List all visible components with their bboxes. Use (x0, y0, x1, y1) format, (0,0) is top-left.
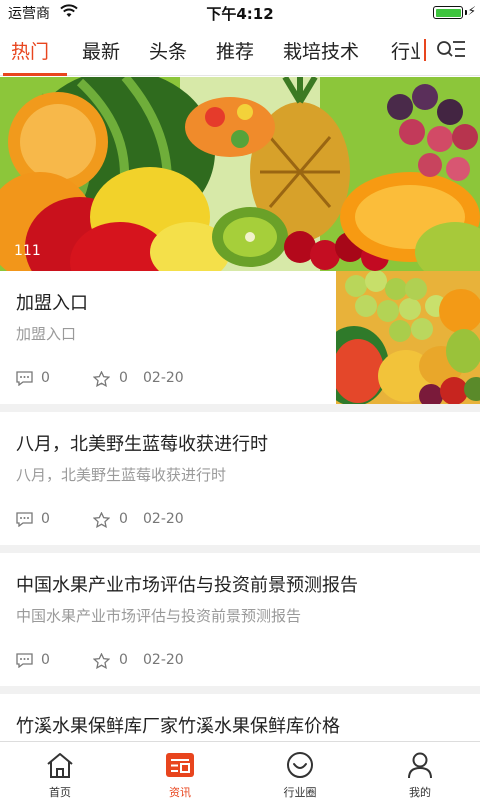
status-time: 下午4:12 (206, 5, 274, 23)
article-meta: 0 0 02-20 (16, 511, 216, 529)
nav-label: 行业圈 (283, 786, 317, 799)
bottom-navigation: 首页 资讯 行业圈 我的 (0, 741, 480, 800)
nav-profile[interactable]: 我的 (360, 742, 480, 800)
article-date: 02-20 (143, 511, 184, 527)
star-icon[interactable] (93, 512, 110, 528)
article-title: 八月，北美野生蓝莓收获进行时 (16, 434, 268, 455)
article-item[interactable]: 八月，北美野生蓝莓收获进行时 八月，北美野生蓝莓收获进行时 0 0 02-20 (0, 412, 480, 553)
favorite-count: 0 (119, 652, 128, 668)
category-tabs: 热门 最新 头条 推荐 栽培技术 行业 (0, 24, 480, 76)
tab-industry[interactable]: 行业 (391, 37, 420, 64)
charging-bolt-icon: ⚡ (467, 4, 476, 18)
tab-headlines[interactable]: 头条 (149, 37, 187, 64)
banner-fruit-image (0, 77, 480, 271)
tab-track[interactable]: 热门 最新 头条 推荐 栽培技术 行业 (0, 24, 420, 76)
nav-label: 我的 (409, 786, 431, 799)
comment-count: 0 (41, 652, 50, 668)
tab-divider (424, 39, 426, 61)
article-date: 02-20 (143, 370, 184, 386)
article-date: 02-20 (143, 652, 184, 668)
status-bar: 运营商 下午4:12 ⚡ (0, 0, 480, 24)
comment-count: 0 (41, 370, 50, 386)
tab-hot[interactable]: 热门 (11, 37, 49, 64)
news-feed: 加盟入口 加盟入口 0 0 02-20 八月，北美野生蓝莓收获进行时 八月，北美… (0, 271, 480, 754)
comment-icon (16, 371, 33, 386)
tab-recommended[interactable]: 推荐 (216, 37, 254, 64)
article-meta: 0 0 02-20 (16, 652, 216, 670)
nav-community[interactable]: 行业圈 (240, 742, 360, 800)
article-summary: 中国水果产业市场评估与投资前景预测报告 (16, 607, 302, 625)
battery-level (435, 8, 461, 17)
article-meta: 0 0 02-20 (16, 370, 216, 388)
nav-news[interactable]: 资讯 (120, 742, 240, 800)
article-title: 竹溪水果保鲜库厂家竹溪水果保鲜库价格 (16, 716, 340, 737)
home-icon (47, 753, 73, 778)
favorite-count: 0 (119, 370, 128, 386)
article-summary: 八月，北美野生蓝莓收获进行时 (16, 466, 227, 484)
nav-label: 首页 (49, 786, 71, 799)
news-icon (166, 753, 194, 777)
banner-caption: 111 (14, 243, 41, 259)
banner-carousel[interactable]: 111 (0, 77, 480, 271)
comment-icon (16, 512, 33, 527)
article-title: 加盟入口 (16, 293, 88, 314)
article-item[interactable]: 加盟入口 加盟入口 0 0 02-20 (0, 271, 480, 412)
article-thumbnail (336, 271, 480, 404)
smile-circle-icon (287, 752, 313, 778)
person-icon (408, 752, 432, 779)
article-title: 中国水果产业市场评估与投资前景预测报告 (16, 575, 358, 596)
tab-latest[interactable]: 最新 (82, 37, 120, 64)
tab-cultivation[interactable]: 栽培技术 (283, 37, 359, 64)
app-screen: 运营商 下午4:12 ⚡ 热门 最新 头条 推荐 栽培技术 行业 111 加盟入… (0, 0, 480, 800)
article-summary: 加盟入口 (16, 325, 77, 343)
favorite-count: 0 (119, 511, 128, 527)
star-icon[interactable] (93, 371, 110, 387)
battery-icon (433, 6, 463, 19)
nav-label: 资讯 (169, 786, 191, 799)
nav-home[interactable]: 首页 (0, 742, 120, 800)
comment-count: 0 (41, 511, 50, 527)
search-list-icon[interactable] (436, 39, 466, 61)
active-tab-indicator (3, 73, 67, 76)
article-item[interactable]: 中国水果产业市场评估与投资前景预测报告 中国水果产业市场评估与投资前景预测报告 … (0, 553, 480, 694)
star-icon[interactable] (93, 653, 110, 669)
comment-icon (16, 653, 33, 668)
